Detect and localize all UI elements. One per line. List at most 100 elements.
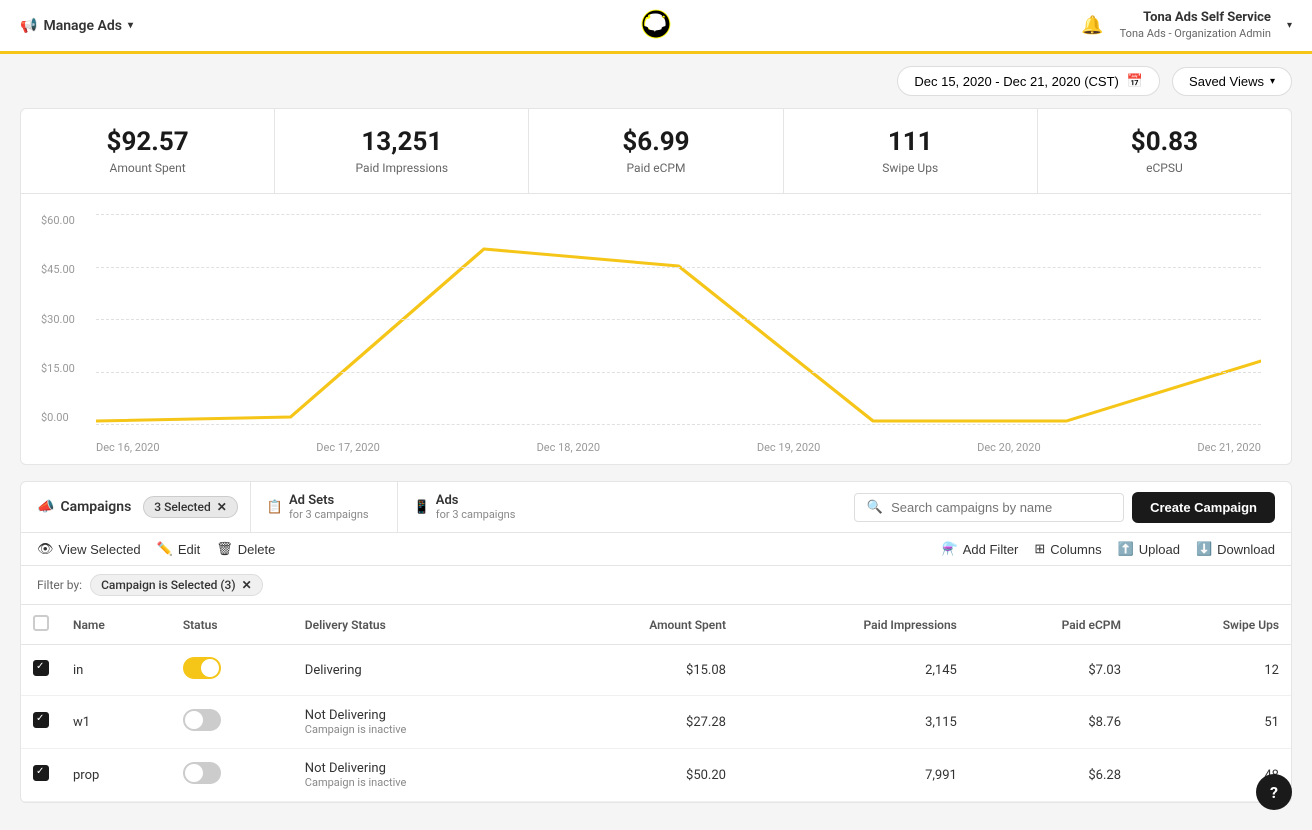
row-checkbox-0[interactable] [33, 660, 49, 676]
row-swipeups-1: 51 [1133, 696, 1291, 749]
help-button[interactable]: ? [1256, 774, 1292, 810]
row-checkbox-2[interactable] [33, 765, 49, 781]
x-label-dec19: Dec 19, 2020 [757, 441, 821, 454]
y-label-0: $0.00 [41, 411, 91, 424]
add-filter-label: Add Filter [963, 542, 1019, 557]
paid-impressions-label: Paid Impressions [295, 161, 508, 175]
columns-button[interactable]: ⊞ Columns [1034, 541, 1101, 557]
filter-tag[interactable]: Campaign is Selected (3) ✕ [90, 574, 263, 596]
chart-area: $60.00 $45.00 $30.00 $15.00 $0.00 Dec 16… [41, 214, 1271, 454]
filter-icon: ⚗️ [942, 541, 958, 557]
swipe-ups-value: 111 [804, 127, 1017, 157]
row-impressions-1: 3,115 [738, 696, 969, 749]
edit-button[interactable]: ✏️ Edit [157, 541, 201, 557]
status-toggle-0[interactable] [183, 657, 221, 679]
select-all-header[interactable] [21, 605, 61, 645]
row-status-1[interactable] [171, 696, 293, 749]
row-checkbox-1[interactable] [33, 712, 49, 728]
calendar-icon: 📅 [1127, 73, 1143, 89]
table-header-row: Name Status Delivery Status Amount Spent… [21, 605, 1291, 645]
chart-grid-lines [96, 214, 1261, 424]
stat-swipe-ups: 111 Swipe Ups [784, 109, 1038, 193]
amount-spent-header: Amount Spent [540, 605, 738, 645]
date-range-label: Dec 15, 2020 - Dec 21, 2020 (CST) [914, 74, 1119, 89]
date-picker-button[interactable]: Dec 15, 2020 - Dec 21, 2020 (CST) 📅 [897, 66, 1160, 96]
stat-ecpsu: $0.83 eCPSU [1038, 109, 1291, 193]
status-toggle-2[interactable] [183, 762, 221, 784]
stat-amount-spent: $92.57 Amount Spent [21, 109, 275, 193]
filter-bar: Filter by: Campaign is Selected (3) ✕ [20, 566, 1292, 605]
amount-spent-value: $92.57 [41, 127, 254, 157]
row-name-1: w1 [61, 696, 171, 749]
view-selected-button[interactable]: 👁 View Selected [37, 541, 141, 557]
ads-sub: for 3 campaigns [436, 508, 516, 521]
add-filter-button[interactable]: ⚗️ Add Filter [942, 541, 1019, 557]
download-icon: ⬇️ [1196, 541, 1212, 557]
row-checkbox-cell-1[interactable] [21, 696, 61, 749]
ads-icon: 📱 [414, 500, 430, 515]
delivery-sub-1: Campaign is inactive [305, 723, 528, 736]
row-status-0[interactable] [171, 645, 293, 696]
select-all-checkbox[interactable] [33, 615, 49, 631]
row-name-2: prop [61, 749, 171, 802]
saved-views-chevron-icon: ▾ [1270, 76, 1275, 87]
account-chevron-icon[interactable]: ▾ [1287, 20, 1292, 31]
y-label-15: $15.00 [41, 362, 91, 375]
megaphone-icon: 📢 [20, 18, 37, 34]
table-row: prop Not Delivering Campaign is inactive… [21, 749, 1291, 802]
row-amount-1: $27.28 [540, 696, 738, 749]
trash-icon: 🗑 [216, 541, 233, 557]
top-nav: 📢 Manage Ads ▾ 🔔 Tona Ads Self Service T… [0, 0, 1312, 54]
delivery-sub-2: Campaign is inactive [305, 776, 528, 789]
columns-label: Columns [1050, 542, 1101, 557]
amount-spent-label: Amount Spent [41, 161, 254, 175]
row-impressions-2: 7,991 [738, 749, 969, 802]
chevron-down-icon: ▾ [128, 20, 133, 31]
account-info: Tona Ads Self Service Tona Ads - Organiz… [1120, 10, 1271, 41]
remove-filter-icon[interactable]: ✕ [242, 578, 252, 592]
ads-label: Ads [436, 493, 516, 508]
swipe-ups-label: Swipe Ups [804, 161, 1017, 175]
clear-selection-icon[interactable]: ✕ [217, 500, 227, 514]
toggle-knob-1 [185, 711, 203, 729]
account-role: Tona Ads - Organization Admin [1120, 27, 1271, 41]
stat-paid-ecpm: $6.99 Paid eCPM [529, 109, 783, 193]
row-amount-0: $15.08 [540, 645, 738, 696]
status-toggle-1[interactable] [183, 709, 221, 731]
row-name-0: in [61, 645, 171, 696]
upload-label: Upload [1139, 542, 1180, 557]
create-campaign-button[interactable]: Create Campaign [1132, 492, 1275, 523]
campaigns-icon: 📣 [37, 499, 54, 515]
y-label-30: $30.00 [41, 313, 91, 326]
upload-button[interactable]: ⬆️ Upload [1118, 541, 1180, 557]
view-selected-label: View Selected [59, 542, 141, 557]
row-ecpm-1: $8.76 [969, 696, 1133, 749]
campaigns-table-container: Name Status Delivery Status Amount Spent… [20, 605, 1292, 803]
swipe-ups-header: Swipe Ups [1133, 605, 1291, 645]
search-icon: 🔍 [867, 500, 883, 515]
bell-icon[interactable]: 🔔 [1081, 15, 1103, 36]
y-label-60: $60.00 [41, 214, 91, 227]
paid-ecpm-label: Paid eCPM [549, 161, 762, 175]
delete-button[interactable]: 🗑 Delete [216, 541, 275, 557]
stat-paid-impressions: 13,251 Paid Impressions [275, 109, 529, 193]
row-amount-2: $50.20 [540, 749, 738, 802]
chart-container: $60.00 $45.00 $30.00 $15.00 $0.00 Dec 16… [20, 193, 1292, 465]
manage-ads-menu[interactable]: 📢 Manage Ads ▾ [20, 18, 133, 34]
x-label-dec21: Dec 21, 2020 [1197, 441, 1261, 454]
row-checkbox-cell-2[interactable] [21, 749, 61, 802]
pencil-icon: ✏️ [157, 541, 173, 557]
download-button[interactable]: ⬇️ Download [1196, 541, 1275, 557]
chart-y-labels: $60.00 $45.00 $30.00 $15.00 $0.00 [41, 214, 91, 424]
ads-tab[interactable]: 📱 Ads for 3 campaigns [397, 481, 532, 533]
ad-sets-tab[interactable]: 📋 Ad Sets for 3 campaigns [250, 481, 385, 533]
selected-badge[interactable]: 3 Selected ✕ [143, 496, 238, 518]
delivery-main-2: Not Delivering [305, 761, 528, 776]
search-input[interactable] [891, 500, 1111, 515]
row-status-2[interactable] [171, 749, 293, 802]
filter-tag-text: Campaign is Selected (3) [101, 578, 236, 592]
row-checkbox-cell-0[interactable] [21, 645, 61, 696]
search-box[interactable]: 🔍 [854, 493, 1124, 522]
ads-info: Ads for 3 campaigns [436, 493, 516, 521]
saved-views-button[interactable]: Saved Views ▾ [1172, 67, 1292, 96]
